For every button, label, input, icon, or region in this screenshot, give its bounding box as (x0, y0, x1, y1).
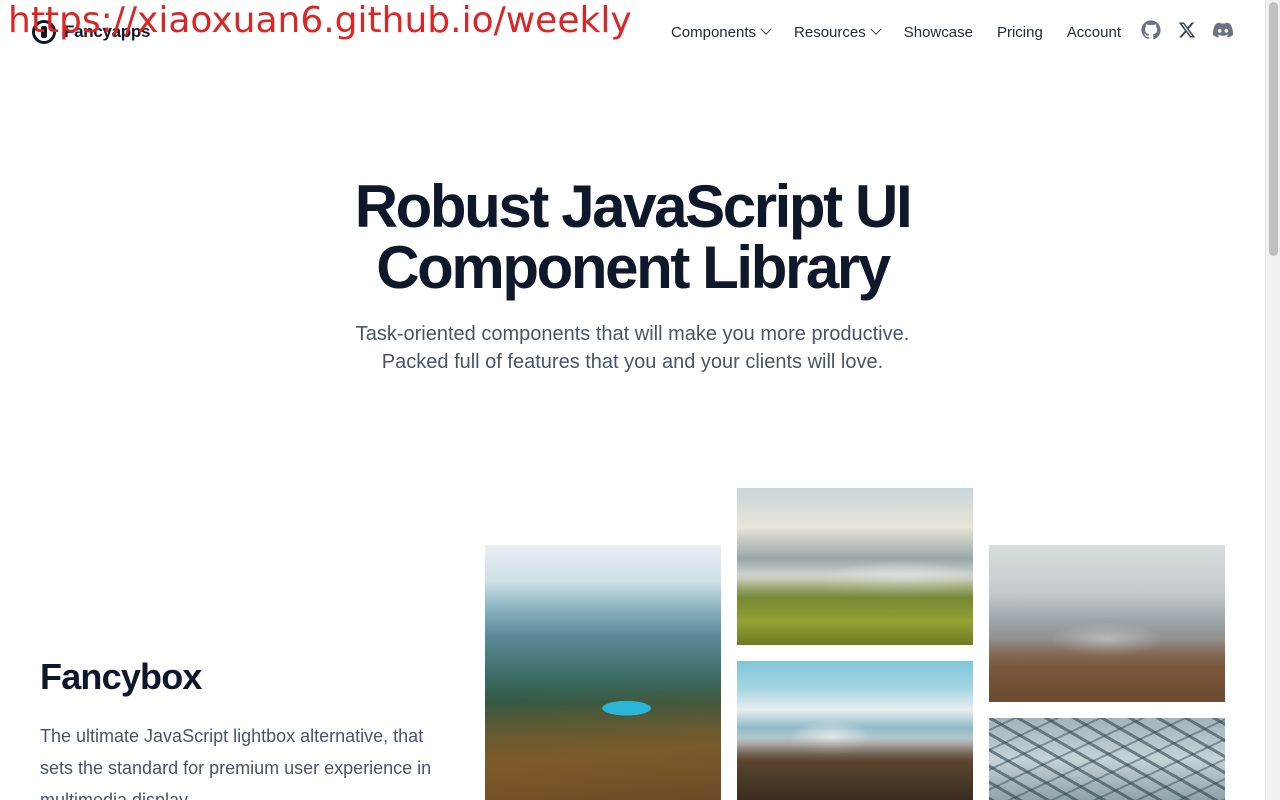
main-nav: Components Resources Showcase Pricing Ac… (671, 20, 1121, 44)
page-scrollbar[interactable] (1265, 0, 1280, 800)
nav-components[interactable]: Components (670, 23, 772, 41)
leaves-photo[interactable] (989, 718, 1225, 800)
mountain-lake-photo[interactable] (485, 545, 721, 800)
github-icon[interactable] (1141, 20, 1161, 40)
nav-pricing[interactable]: Pricing (997, 24, 1043, 41)
nav-resources-label: Resources (794, 23, 866, 41)
social-links (1141, 20, 1233, 40)
nav-resources[interactable]: Resources (794, 23, 882, 41)
nav-components-label: Components (670, 23, 757, 41)
nav-showcase-label: Showcase (903, 23, 973, 41)
hero-title-line2: Component Library (376, 234, 891, 301)
foggy-meadow-photo[interactable] (737, 488, 973, 645)
scrollbar-thumb[interactable] (1269, 2, 1278, 256)
hero-title-line1: Robust JavaScript UI (354, 173, 913, 240)
discord-icon[interactable] (1213, 20, 1233, 40)
hero-subtitle-line2: Packed full of features that you and you… (381, 351, 884, 373)
nav-account-label: Account (1066, 23, 1121, 41)
hero-subtitle-line1: Task-oriented components that will make … (355, 323, 910, 345)
x-icon[interactable] (1177, 20, 1197, 40)
cloudy-peaks-photo[interactable] (989, 545, 1225, 702)
nav-pricing-label: Pricing (996, 23, 1043, 41)
nav-account[interactable]: Account (1067, 24, 1121, 41)
feature-title: Fancybox (40, 656, 202, 697)
chevron-down-icon (760, 23, 772, 35)
hero-subtitle: Task-oriented components that will make … (0, 320, 1265, 376)
snowy-mountains-photo[interactable] (737, 661, 973, 800)
feature-description: The ultimate JavaScript lightbox alterna… (40, 726, 432, 800)
hero-title: Robust JavaScript UI Component Library (0, 176, 1265, 298)
nav-showcase[interactable]: Showcase (904, 24, 973, 41)
watermark-url: https://xiaoxuan6.github.io/weekly (8, 0, 632, 41)
chevron-down-icon (870, 23, 882, 35)
